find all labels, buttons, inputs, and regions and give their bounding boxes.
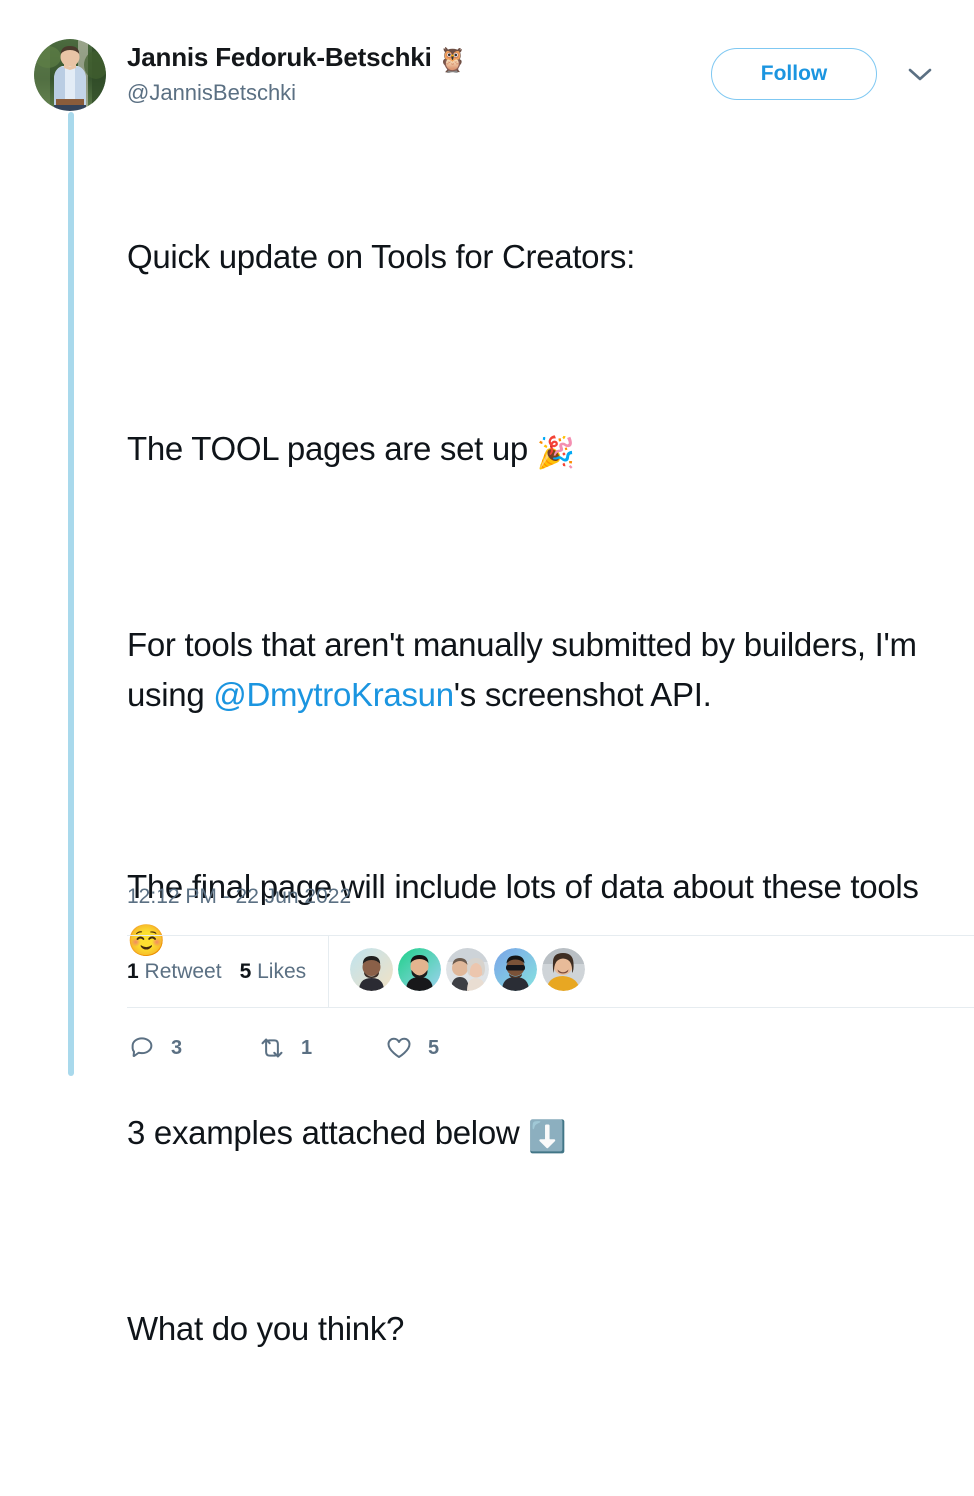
liker-avatar-5[interactable] xyxy=(542,948,585,991)
liker-avatar-3[interactable] xyxy=(446,948,489,991)
liker-avatar-4[interactable] xyxy=(494,948,537,991)
tweet-paragraph-5-text: 3 examples attached below xyxy=(127,1114,529,1151)
reply-icon xyxy=(131,1037,153,1058)
like-stat-label: Likes xyxy=(257,960,307,983)
stats-row: 1 Retweet 5 Likes xyxy=(127,955,306,989)
liker-avatar-5-image xyxy=(542,948,585,991)
retweet-stat-count: 1 xyxy=(127,960,139,983)
user-avatar-photo xyxy=(34,39,106,111)
heart-icon xyxy=(387,1037,411,1058)
tweet-action-bar: 3 1 5 xyxy=(127,1026,974,1070)
more-menu-button[interactable] xyxy=(900,58,940,92)
tweet-paragraph-1: Quick update on Tools for Creators: xyxy=(127,238,635,275)
liker-avatar-4-image xyxy=(494,948,537,991)
liker-avatar-1-image xyxy=(350,948,393,991)
chevron-down-icon xyxy=(908,68,932,81)
reply-button[interactable]: 3 xyxy=(127,1033,257,1063)
stats-divider-bottom xyxy=(127,1007,974,1008)
author-identity: Jannis Fedoruk-Betschki 🦉 @JannisBetschki xyxy=(127,41,557,107)
retweet-button[interactable]: 1 xyxy=(257,1033,384,1063)
tweet-header: Jannis Fedoruk-Betschki 🦉 @JannisBetschki… xyxy=(0,0,974,118)
reply-count: 3 xyxy=(171,1036,183,1059)
owl-emoji: 🦉 xyxy=(437,47,468,74)
liker-avatar-3-image xyxy=(446,948,489,991)
tweet-paragraph-3: For tools that aren't manually submitted… xyxy=(127,620,927,720)
liker-avatar-1[interactable] xyxy=(350,948,393,991)
follow-button[interactable]: Follow xyxy=(711,48,877,100)
party-popper-emoji: 🎉 xyxy=(536,435,576,470)
tweet-paragraph-2: The TOOL pages are set up 🎉 xyxy=(127,424,927,478)
tweet-text: Quick update on Tools for Creators: The … xyxy=(127,132,927,1496)
retweet-stat[interactable]: 1 Retweet xyxy=(127,960,222,984)
liker-avatar-2-image xyxy=(398,948,441,991)
tweet-paragraph-2-text: The TOOL pages are set up xyxy=(127,430,537,467)
like-button[interactable]: 5 xyxy=(384,1033,514,1063)
like-stat-count: 5 xyxy=(239,960,252,983)
author-display-name[interactable]: Jannis Fedoruk-Betschki 🦉 xyxy=(127,41,557,77)
retweet-count: 1 xyxy=(301,1036,313,1059)
mention-link[interactable]: @DmytroKrasun xyxy=(213,676,454,713)
like-stat[interactable]: 5 Likes xyxy=(240,960,307,984)
retweet-icon xyxy=(261,1038,283,1058)
stats-divider-top xyxy=(127,935,974,936)
tweet-card: Jannis Fedoruk-Betschki 🦉 @JannisBetschki… xyxy=(0,0,974,1347)
avatar[interactable] xyxy=(34,39,106,111)
tweet-paragraph-5: 3 examples attached below ⬇️ xyxy=(127,1108,927,1162)
liker-facepile xyxy=(350,948,585,991)
like-count: 5 xyxy=(428,1036,440,1059)
author-name-text: Jannis Fedoruk-Betschki xyxy=(127,42,432,72)
smiling-face-emoji: ☺️ xyxy=(127,923,166,958)
tweet-paragraph-6: What do you think? xyxy=(127,1310,405,1347)
down-arrow-emoji: ⬇️ xyxy=(528,1119,567,1154)
thread-connector-line xyxy=(68,112,74,1076)
liker-avatar-2[interactable] xyxy=(398,948,441,991)
tweet-timestamp[interactable]: 12:12 PM - 22 Jun 2022 xyxy=(127,885,351,909)
author-handle[interactable]: @JannisBetschki xyxy=(127,79,557,107)
tweet-paragraph-3-after: 's screenshot API. xyxy=(453,676,712,713)
retweet-stat-label: Retweet xyxy=(144,960,222,983)
stats-divider-vertical xyxy=(328,936,329,1007)
